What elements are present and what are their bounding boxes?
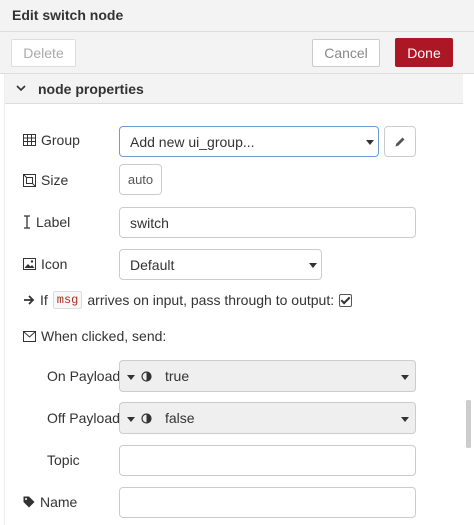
arrow-right-icon: [24, 295, 35, 305]
tag-icon: [23, 496, 35, 508]
delete-button[interactable]: Delete: [11, 39, 76, 67]
text-cursor-icon: [24, 215, 30, 229]
edit-group-button[interactable]: [384, 126, 416, 157]
when-clicked-row: When clicked, send:: [23, 326, 166, 346]
size-label: Size: [41, 172, 69, 188]
size-label-row: Size: [23, 170, 68, 190]
name-label: Name: [40, 494, 78, 510]
topic-input[interactable]: [119, 445, 416, 476]
on-payload-label: On Payload: [47, 368, 121, 384]
name-input[interactable]: [119, 487, 416, 518]
icon-select-value: Default: [130, 256, 175, 273]
msg-code: msg: [52, 291, 83, 309]
section-title: node properties: [38, 81, 144, 97]
type-caret-icon[interactable]: [127, 375, 135, 380]
envelope-icon: [23, 330, 36, 342]
caret-down-icon: [401, 375, 409, 380]
on-payload-typed-input[interactable]: true: [119, 360, 416, 392]
group-label-row: Group: [23, 130, 80, 150]
group-label: Group: [41, 132, 80, 148]
on-payload-value: true: [165, 368, 190, 384]
off-payload-label: Off Payload: [47, 410, 120, 426]
icon-label-row: Icon: [23, 254, 67, 274]
label-input-value: switch: [130, 214, 169, 231]
boolean-type-icon: [141, 413, 152, 424]
passthrough-prefix: If: [40, 292, 48, 308]
label-label: Label: [36, 214, 71, 230]
section-header[interactable]: node properties: [5, 74, 463, 104]
type-caret-icon[interactable]: [127, 417, 135, 422]
scrollbar[interactable]: [466, 400, 471, 448]
cancel-button[interactable]: Cancel: [312, 39, 380, 67]
dialog-title: Edit switch node: [12, 7, 124, 23]
icon-select[interactable]: Default: [119, 249, 322, 280]
label-input[interactable]: switch: [119, 207, 416, 238]
name-label-row: Name: [23, 492, 77, 512]
label-label-row: Label: [23, 212, 70, 232]
caret-down-icon: [309, 263, 317, 268]
passthrough-checkbox[interactable]: [339, 293, 353, 307]
size-button[interactable]: auto: [119, 164, 162, 195]
off-payload-value: false: [165, 410, 195, 426]
group-select-value: Add new ui_group...: [130, 133, 255, 150]
group-select[interactable]: Add new ui_group...: [119, 126, 379, 157]
done-button[interactable]: Done: [395, 38, 453, 67]
boolean-type-icon: [141, 371, 152, 382]
size-icon: [23, 173, 36, 187]
dialog-header: Edit switch node: [0, 0, 474, 32]
chevron-down-icon: [16, 85, 26, 92]
passthrough-row: If msg arrives on input, pass through to…: [23, 290, 353, 310]
caret-down-icon: [366, 140, 374, 145]
passthrough-suffix: arrives on input, pass through to output…: [87, 292, 335, 308]
image-icon: [23, 258, 36, 270]
when-clicked-label: When clicked, send:: [41, 328, 167, 344]
off-payload-typed-input[interactable]: false: [119, 402, 416, 434]
left-rail: [0, 74, 5, 525]
topic-label: Topic: [47, 452, 80, 468]
caret-down-icon: [401, 417, 409, 422]
icon-label: Icon: [41, 256, 68, 272]
pencil-icon: [395, 137, 405, 146]
table-icon: [23, 134, 36, 146]
